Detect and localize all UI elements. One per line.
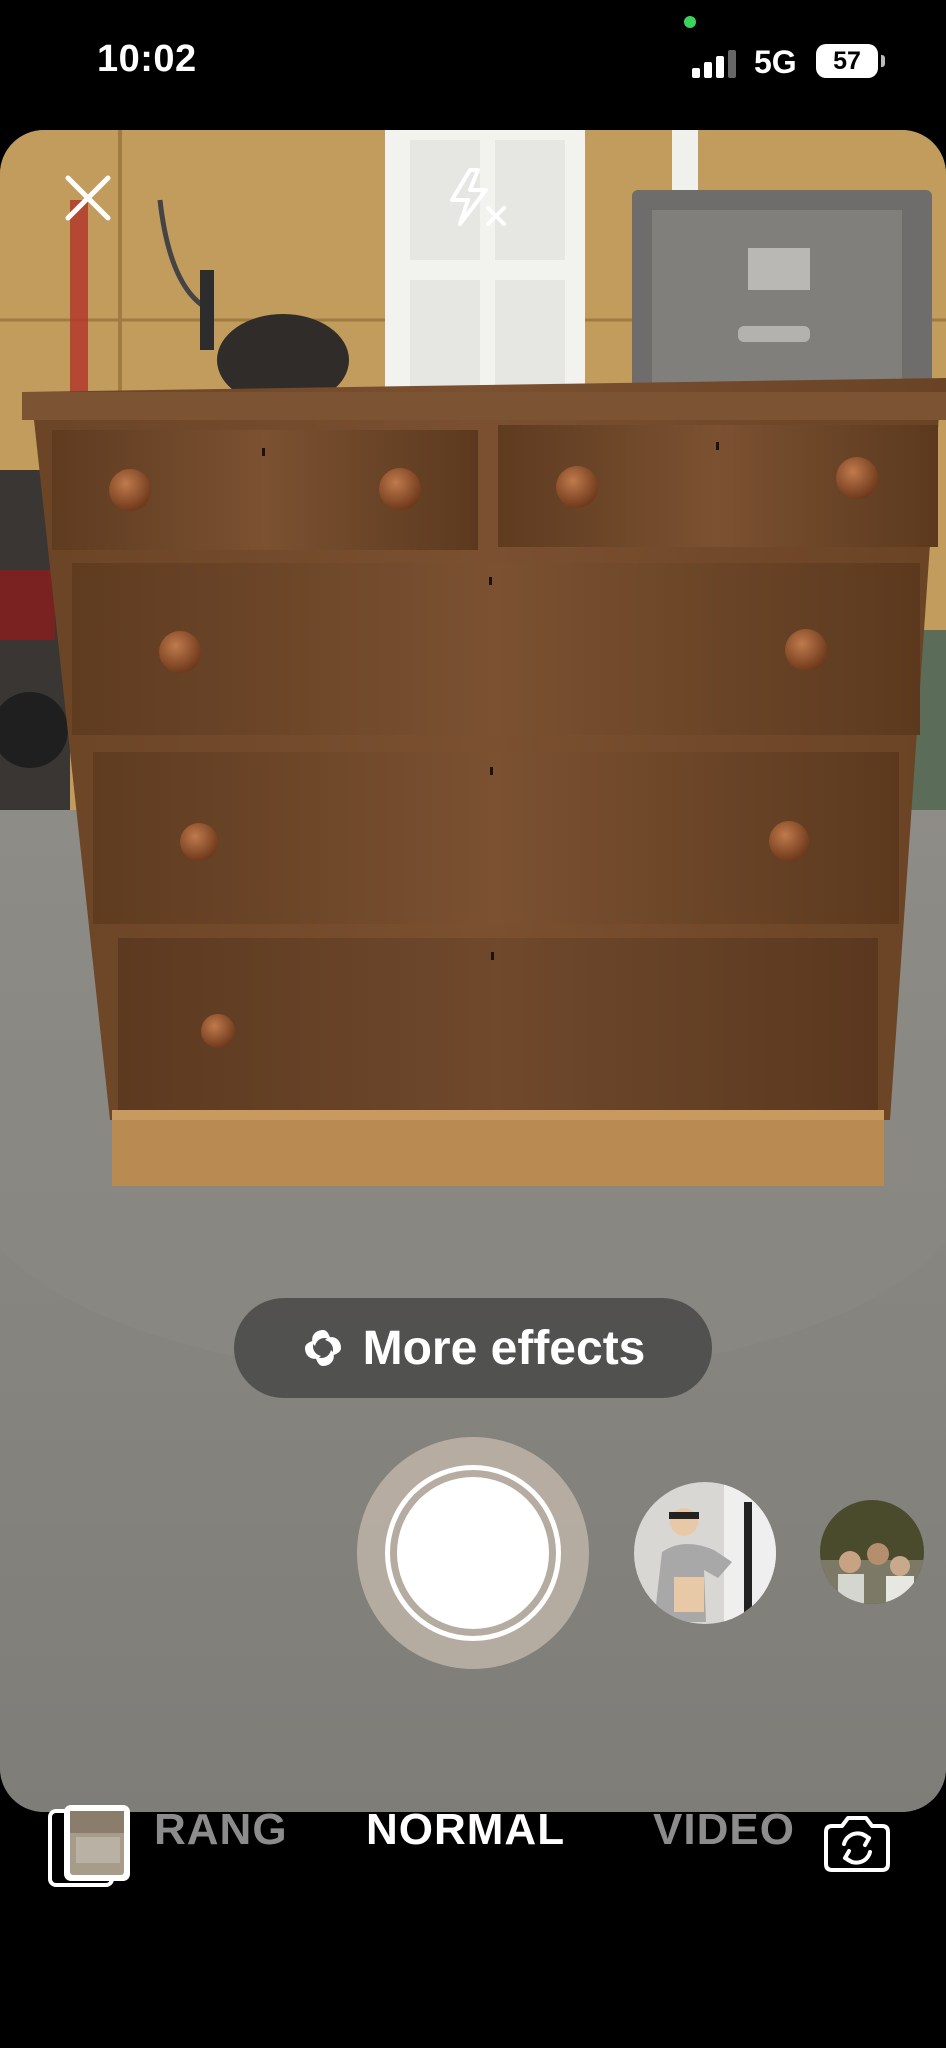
mode-video[interactable]: VIDEO — [653, 1805, 795, 1855]
recording-indicator — [684, 16, 696, 28]
signal-icon — [692, 50, 736, 78]
battery-indicator: 57 — [816, 44, 885, 78]
effect-thumbnail-2[interactable] — [820, 1500, 924, 1604]
gallery-icon[interactable] — [48, 1803, 132, 1887]
more-effects-button[interactable]: More effects — [234, 1298, 712, 1398]
status-bar: 10:02 5G 57 — [0, 0, 946, 130]
effect-thumbnail-1[interactable] — [634, 1482, 776, 1624]
close-icon[interactable] — [60, 170, 116, 226]
more-effects-label: More effects — [362, 1321, 646, 1375]
effects-icon — [304, 1330, 341, 1366]
shutter-core[interactable] — [397, 1477, 549, 1629]
flash-off-icon[interactable] — [446, 166, 512, 232]
flip-camera-icon[interactable] — [822, 1812, 892, 1874]
status-time: 10:02 — [97, 38, 197, 80]
mode-boomerang[interactable]: RANG — [154, 1805, 288, 1855]
network-type: 5G — [754, 44, 797, 80]
mode-normal[interactable]: NORMAL — [366, 1805, 565, 1855]
